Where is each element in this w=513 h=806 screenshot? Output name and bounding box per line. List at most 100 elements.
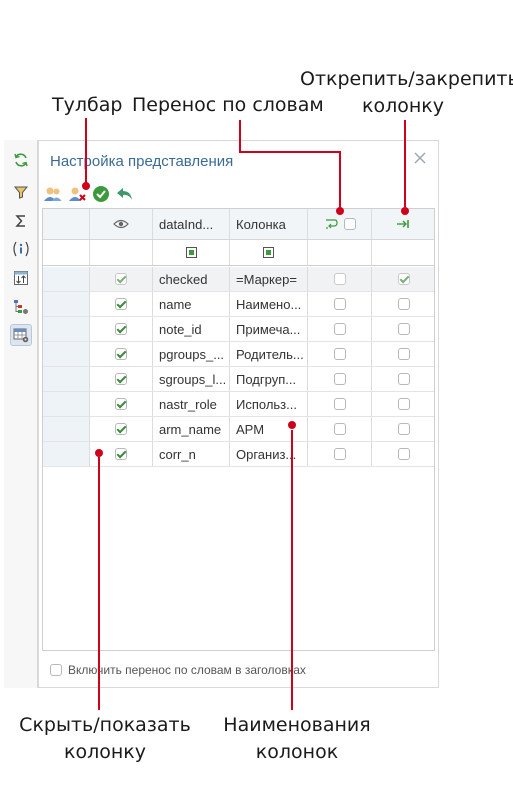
close-icon[interactable] [411,149,429,167]
table-row[interactable]: name Наимено... [43,292,434,317]
table-row[interactable]: nastr_role Использ... [43,392,434,417]
column-name-cell[interactable]: Примеча... [230,317,308,341]
table-row[interactable]: pgroups_... Родитель... [43,342,434,367]
wrap-checkbox[interactable] [333,398,346,410]
pin-checkbox[interactable] [398,273,410,285]
visible-checkbox[interactable] [115,448,127,460]
header-wrap[interactable] [308,209,372,239]
header-column-name[interactable]: Колонка [230,209,308,239]
filter-dataindex[interactable] [153,240,230,265]
visible-checkbox[interactable] [115,348,127,360]
table-settings-icon[interactable] [10,324,32,346]
wrap-all-checkbox[interactable] [343,218,356,230]
table-row[interactable]: corr_n Организ... [43,442,434,467]
column-name-cell[interactable]: Подгруп... [230,367,308,391]
visible-cell[interactable] [90,417,153,441]
table-row[interactable]: sgroups_l... Подгруп... [43,367,434,392]
table-row[interactable]: note_id Примеча... [43,317,434,342]
header-visible[interactable] [90,209,153,239]
row-header[interactable] [43,442,90,466]
footer: Включить перенос по словам в заголовках [50,663,306,677]
eye-icon [113,219,129,229]
wrap-cell[interactable] [308,267,372,291]
column-name-cell[interactable]: Родитель... [230,342,308,366]
visible-cell[interactable] [90,442,153,466]
wrap-cell[interactable] [308,417,372,441]
wrap-icon [325,219,338,229]
pin-cell[interactable] [372,392,434,416]
wrap-cell[interactable] [308,317,372,341]
pin-cell[interactable] [372,267,434,291]
pin-checkbox[interactable] [398,348,410,360]
row-header[interactable] [43,317,90,341]
header-pin[interactable] [372,209,434,239]
row-header[interactable] [43,367,90,391]
callout-hide-line2: колонку [63,741,146,763]
header-dataindex[interactable]: dataInd... [153,209,230,239]
wrap-cell[interactable] [308,392,372,416]
wrap-cell[interactable] [308,367,372,391]
wrap-checkbox[interactable] [333,273,346,285]
pin-checkbox[interactable] [398,373,410,385]
pin-checkbox[interactable] [398,298,410,310]
pin-cell[interactable] [372,442,434,466]
column-name-cell[interactable]: Использ... [230,392,308,416]
row-header[interactable] [43,342,90,366]
refresh-icon[interactable] [10,149,32,171]
wrap-cell[interactable] [308,292,372,316]
grid-header: dataInd... Колонка [43,209,434,240]
pin-cell[interactable] [372,417,434,441]
pin-checkbox[interactable] [398,398,410,410]
sigma-icon[interactable] [10,210,32,232]
column-name-cell[interactable]: =Маркер= [230,267,308,291]
row-header[interactable] [43,267,90,291]
wrap-checkbox[interactable] [333,423,346,435]
column-name-cell[interactable]: Организ... [230,442,308,466]
callout-names-line1: Наименования [223,714,371,736]
visible-cell[interactable] [90,267,153,291]
table-row[interactable]: arm_name АРМ [43,417,434,442]
visible-cell[interactable] [90,342,153,366]
pin-cell[interactable] [372,367,434,391]
user-remove-icon[interactable] [67,184,87,204]
wrap-checkbox[interactable] [333,373,346,385]
row-header[interactable] [43,392,90,416]
wrap-checkbox[interactable] [333,448,346,460]
visible-cell[interactable] [90,292,153,316]
visible-checkbox[interactable] [115,423,127,435]
undo-icon[interactable] [115,184,135,204]
column-name-cell[interactable]: Наимено... [230,292,308,316]
wrap-checkbox[interactable] [333,348,346,360]
sort-icon[interactable] [10,267,32,289]
visible-checkbox[interactable] [115,298,127,310]
tree-settings-icon[interactable] [10,296,32,318]
pin-cell[interactable] [372,317,434,341]
visible-cell[interactable] [90,392,153,416]
filter-icon[interactable] [10,181,32,203]
visible-cell[interactable] [90,317,153,341]
wrap-headers-checkbox[interactable] [50,664,62,676]
table-row[interactable]: checked =Маркер= [43,267,434,292]
visible-checkbox[interactable] [115,273,127,285]
info-icon[interactable] [10,238,32,260]
users-icon[interactable] [43,184,63,204]
visible-checkbox[interactable] [115,373,127,385]
pin-checkbox[interactable] [398,448,410,460]
wrap-cell[interactable] [308,342,372,366]
callout-toolbar: Тулбар [52,94,123,116]
pin-cell[interactable] [372,292,434,316]
visible-checkbox[interactable] [115,323,127,335]
pin-checkbox[interactable] [398,423,410,435]
pin-cell[interactable] [372,342,434,366]
visible-cell[interactable] [90,367,153,391]
pin-checkbox[interactable] [398,323,410,335]
visible-checkbox[interactable] [115,398,127,410]
wrap-checkbox[interactable] [333,323,346,335]
wrap-checkbox[interactable] [333,298,346,310]
wrap-cell[interactable] [308,442,372,466]
row-header[interactable] [43,292,90,316]
filter-column-name[interactable] [230,240,308,265]
check-circle-icon[interactable] [91,184,111,204]
row-header[interactable] [43,417,90,441]
column-name-cell[interactable]: АРМ [230,417,308,441]
